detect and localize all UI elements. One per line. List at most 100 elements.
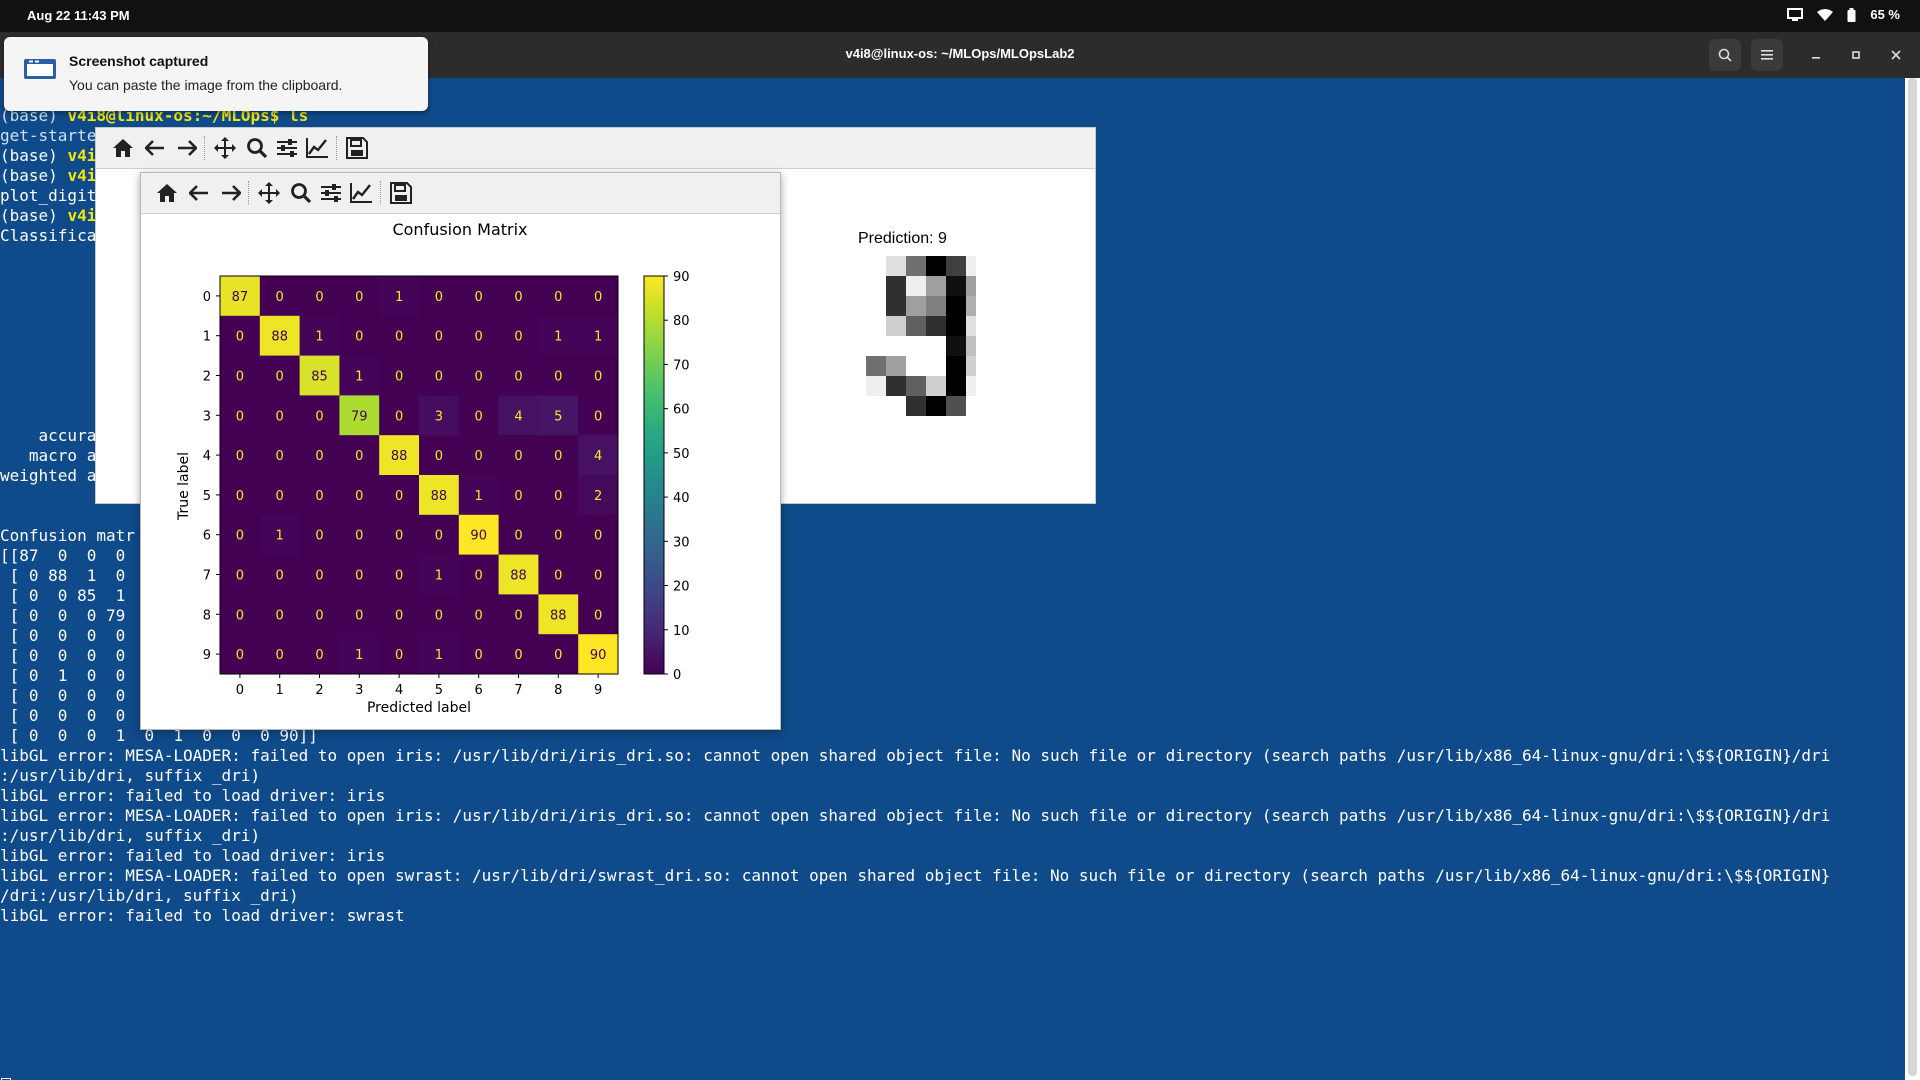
digit-pixel [866, 336, 886, 356]
confusion-toolbar [141, 173, 780, 214]
digit-pixel [906, 276, 926, 296]
cell-value-label: 0 [514, 449, 522, 464]
colorbar-tick-label: 0 [673, 668, 681, 683]
digit-pixel [966, 296, 976, 316]
colorbar-tick-label: 10 [673, 624, 690, 639]
cell-value-label: 0 [435, 608, 443, 623]
x-axis-label: Predicted label [367, 700, 471, 716]
cell-value-label: 88 [510, 569, 527, 584]
minimize-icon[interactable] [1800, 39, 1832, 71]
cell-value-label: 0 [315, 569, 323, 584]
cell-value-label: 0 [435, 330, 443, 345]
cell-value-label: 0 [315, 608, 323, 623]
digit-pixel [926, 256, 946, 276]
cell-value-label: 0 [315, 449, 323, 464]
home-icon[interactable] [110, 135, 136, 161]
digit-pixel [866, 376, 886, 396]
terminal-line: libGL error: MESA-LOADER: failed to open… [0, 866, 1831, 885]
pan-icon[interactable] [256, 180, 282, 206]
system-tray[interactable]: 65 % [1787, 7, 1900, 22]
cell-value-label: 0 [395, 370, 403, 385]
cell-value-label: 0 [236, 330, 244, 345]
cell-value-label: 0 [554, 290, 562, 305]
digit-pixel [926, 316, 946, 336]
configure-icon[interactable] [318, 180, 344, 206]
screenshot-notification[interactable]: Screenshot captured You can paste the im… [4, 37, 428, 111]
clock[interactable]: Aug 22 11:43 PM [27, 8, 130, 23]
cell-value-label: 0 [435, 290, 443, 305]
digit-pixel [866, 296, 886, 316]
configure-icon[interactable] [274, 135, 300, 161]
save-icon[interactable] [388, 180, 414, 206]
home-icon[interactable] [154, 180, 180, 206]
digit-pixel [946, 316, 966, 336]
digit-pixel [846, 376, 866, 396]
digit-pixel [966, 336, 976, 356]
cell-value-label: 0 [514, 370, 522, 385]
cell-value-label: 1 [355, 648, 363, 663]
x-tick-label: 5 [435, 683, 443, 698]
cell-value-label: 0 [315, 290, 323, 305]
cell-value-label: 87 [232, 290, 249, 305]
digit-pixel [886, 316, 906, 336]
digit-pixel [906, 296, 926, 316]
digit-pixel [846, 356, 866, 376]
digit-pixel [926, 356, 946, 376]
cell-value-label: 0 [395, 529, 403, 544]
axes-icon[interactable] [304, 135, 330, 161]
menu-icon[interactable] [1751, 39, 1783, 71]
cell-value-label: 0 [276, 409, 284, 424]
cell-value-label: 1 [315, 330, 323, 345]
battery-icon[interactable] [1847, 7, 1856, 22]
forward-icon[interactable] [218, 180, 244, 206]
zoom-icon[interactable] [244, 135, 270, 161]
save-icon[interactable] [344, 135, 370, 161]
digit-pixel [906, 396, 926, 416]
cell-value-label: 0 [276, 648, 284, 663]
digit-pixel [946, 276, 966, 296]
terminal-line: /dri:/usr/lib/dri, suffix _dri) [0, 886, 299, 905]
digit-pixel [886, 276, 906, 296]
cell-value-label: 0 [355, 529, 363, 544]
screen-share-icon[interactable] [1787, 7, 1804, 22]
wifi-icon[interactable] [1817, 8, 1834, 22]
zoom-icon[interactable] [288, 180, 314, 206]
terminal-line: :/usr/lib/dri, suffix _dri) [0, 766, 261, 785]
back-icon[interactable] [186, 180, 212, 206]
forward-icon[interactable] [174, 135, 200, 161]
terminal-line: (base) v4i [0, 206, 97, 225]
close-icon[interactable] [1880, 39, 1912, 71]
scrollbar-thumb[interactable] [1908, 78, 1917, 1076]
search-icon[interactable] [1709, 39, 1741, 71]
pan-icon[interactable] [212, 135, 238, 161]
back-icon[interactable] [142, 135, 168, 161]
cell-value-label: 88 [431, 489, 448, 504]
toolbar-separator [248, 181, 251, 205]
y-tick-label: 3 [203, 409, 211, 424]
chart-title: Confusion Matrix [392, 220, 527, 239]
cell-value-label: 0 [276, 290, 284, 305]
digit-pixel [846, 396, 866, 416]
digit-pixel [866, 316, 886, 336]
screenshot-icon [24, 59, 56, 84]
cell-value-label: 0 [236, 449, 244, 464]
cell-value-label: 1 [395, 290, 403, 305]
x-tick-label: 0 [236, 683, 244, 698]
axes-icon[interactable] [348, 180, 374, 206]
digit-pixel [926, 336, 946, 356]
digit-pixel [926, 376, 946, 396]
confusion-matrix-window[interactable]: Confusion Matrix 87 0 0 0 1 0 0 0 0 0 0 88 1 0 0 0 0 0 1 1 0… [140, 172, 781, 730]
x-tick-label: 3 [355, 683, 363, 698]
y-tick-label: 7 [203, 569, 211, 584]
colorbar [643, 275, 665, 675]
terminal-line: :/usr/lib/dri, suffix _dri) [0, 826, 261, 845]
cell-value-label: 0 [514, 608, 522, 623]
maximize-icon[interactable] [1840, 39, 1872, 71]
digit-pixel [866, 256, 886, 276]
terminal-scrollbar[interactable] [1905, 78, 1920, 1080]
toolbar-separator [336, 136, 339, 160]
digit-pixel [886, 356, 906, 376]
terminal-line: Confusion matr [0, 526, 135, 545]
terminal-line: [ 0 0 0 0 [0, 626, 126, 645]
cell-value-label: 0 [435, 370, 443, 385]
